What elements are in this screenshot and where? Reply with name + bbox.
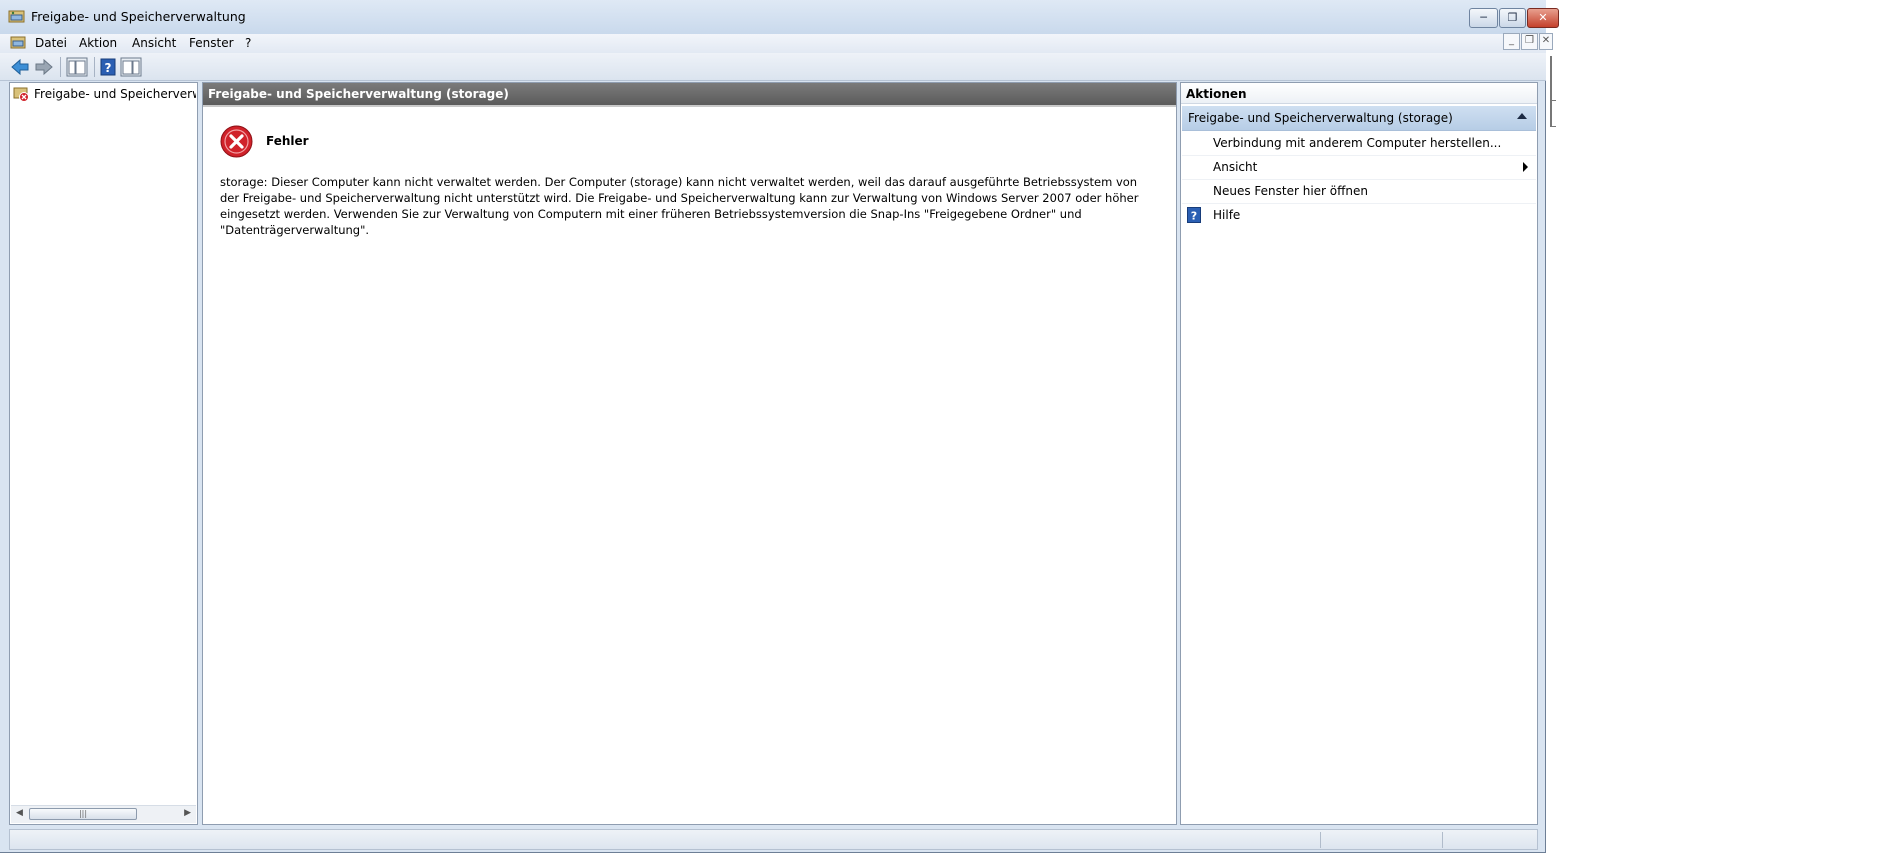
title-bar[interactable]: Freigabe- und Speicherverwaltung ─ ❐ ✕ — [0, 0, 1559, 34]
action-connect-other-computer[interactable]: Verbindung mit anderem Computer herstell… — [1182, 131, 1536, 156]
show-hide-action-pane-icon[interactable] — [120, 57, 142, 77]
app-window: Freigabe- und Speicherverwaltung ─ ❐ ✕ D… — [0, 0, 1559, 853]
action-label: Ansicht — [1213, 160, 1258, 174]
collapse-arrow-icon[interactable] — [1517, 113, 1527, 119]
maximize-icon: ❐ — [1507, 11, 1518, 24]
tree-horizontal-scrollbar[interactable]: ◀ ||| ▶ — [11, 805, 196, 823]
share-storage-error-icon — [13, 87, 29, 102]
tree-item-label: Freigabe- und Speicherverwaltung — [34, 87, 196, 101]
minimize-button[interactable]: ─ — [1469, 8, 1498, 28]
forward-arrow-icon[interactable] — [34, 57, 54, 77]
back-arrow-icon[interactable] — [10, 57, 30, 77]
menu-datei[interactable]: Datei — [35, 36, 67, 50]
window-edge-line — [1550, 56, 1552, 126]
actions-title: Aktionen — [1186, 87, 1247, 101]
scrollbar-thumb[interactable]: ||| — [29, 808, 137, 820]
share-storage-icon[interactable] — [10, 35, 26, 51]
action-view[interactable]: Ansicht — [1182, 155, 1536, 180]
action-label: Hilfe — [1213, 208, 1241, 222]
status-bar — [9, 829, 1538, 850]
maximize-button[interactable]: ❐ — [1499, 8, 1526, 28]
action-label: Neues Fenster hier öffnen — [1213, 184, 1369, 198]
scroll-left-icon[interactable]: ◀ — [16, 808, 23, 818]
share-storage-icon — [8, 10, 25, 23]
actions-section-title: Freigabe- und Speicherverwaltung (storag… — [1188, 111, 1453, 125]
show-hide-console-tree-icon[interactable] — [66, 57, 88, 77]
mdi-minimize-button[interactable]: _ — [1503, 33, 1520, 50]
close-button[interactable]: ✕ — [1527, 8, 1559, 28]
window-edge-line — [1550, 126, 1556, 127]
actions-section-header[interactable]: Freigabe- und Speicherverwaltung (storag… — [1182, 106, 1536, 131]
menu-fenster[interactable]: Fenster — [189, 36, 234, 50]
submenu-arrow-icon — [1523, 162, 1528, 172]
minimize-icon: _ — [1509, 35, 1514, 46]
status-separator — [1442, 832, 1443, 848]
close-icon: ✕ — [1538, 11, 1548, 24]
scroll-right-icon[interactable]: ▶ — [184, 808, 191, 818]
main-pane-title: Freigabe- und Speicherverwaltung (storag… — [208, 87, 509, 101]
toolbar-separator — [60, 57, 61, 77]
error-title: Fehler — [266, 134, 309, 148]
window-edge-line — [1550, 100, 1556, 101]
action-help[interactable]: ? Hilfe — [1182, 203, 1536, 227]
menu-bar: Datei Aktion Ansicht Fenster ? — [0, 34, 1546, 53]
error-message: storage: Dieser Computer kann nicht verw… — [220, 175, 1139, 237]
restore-icon: ❐ — [1525, 35, 1534, 46]
actions-pane: Aktionen Freigabe- und Speicherverwaltun… — [1180, 82, 1538, 825]
action-new-window[interactable]: Neues Fenster hier öffnen — [1182, 179, 1536, 204]
help-icon[interactable]: ? — [100, 57, 116, 77]
console-tree: Freigabe- und Speicherverwaltung ◀ ||| ▶ — [9, 82, 198, 825]
main-pane: Freigabe- und Speicherverwaltung (storag… — [202, 82, 1177, 825]
tree-item-share-storage[interactable]: Freigabe- und Speicherverwaltung — [13, 86, 196, 102]
menu-aktion[interactable]: Aktion — [79, 36, 117, 50]
actions-header: Aktionen — [1181, 83, 1537, 104]
svg-text:?: ? — [105, 61, 112, 75]
main-pane-header: Freigabe- und Speicherverwaltung (storag… — [203, 83, 1176, 107]
window-title: Freigabe- und Speicherverwaltung — [31, 9, 246, 24]
svg-text:?: ? — [1191, 210, 1197, 223]
close-icon: ✕ — [1541, 35, 1551, 46]
minimize-icon: ─ — [1480, 11, 1487, 24]
error-icon — [220, 125, 253, 158]
action-label: Verbindung mit anderem Computer herstell… — [1213, 136, 1502, 150]
toolbar: ? — [0, 53, 1546, 81]
toolbar-separator — [94, 57, 95, 77]
mdi-close-button[interactable]: ✕ — [1539, 33, 1553, 50]
mdi-restore-button[interactable]: ❐ — [1521, 33, 1538, 50]
help-icon: ? — [1187, 207, 1201, 223]
menu-ansicht[interactable]: Ansicht — [132, 36, 176, 50]
menu-help[interactable]: ? — [245, 36, 251, 50]
status-separator — [1320, 832, 1321, 848]
